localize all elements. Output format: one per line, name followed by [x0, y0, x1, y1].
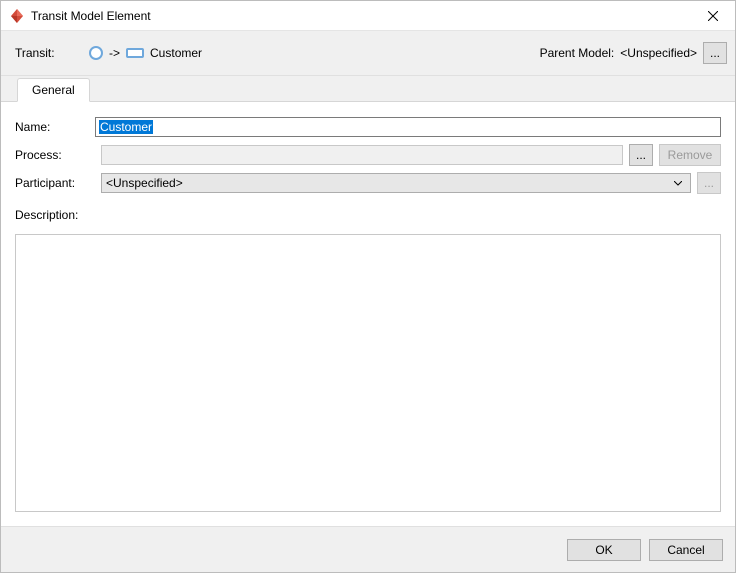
remove-button[interactable]: Remove — [659, 144, 721, 166]
process-label: Process: — [15, 148, 95, 162]
close-button[interactable] — [691, 1, 735, 31]
transit-label: Transit: — [15, 46, 89, 60]
name-label: Name: — [15, 120, 95, 134]
parent-model-browse-button[interactable]: ... — [703, 42, 727, 64]
parent-model-value: <Unspecified> — [620, 46, 697, 60]
process-browse-button[interactable]: ... — [629, 144, 653, 166]
window-title: Transit Model Element — [31, 9, 691, 23]
description-label: Description: — [15, 208, 95, 222]
rectangle-icon — [126, 48, 144, 58]
titlebar: Transit Model Element — [1, 1, 735, 31]
transit-chain: -> Customer — [89, 46, 202, 60]
top-band: Transit: -> Customer Parent Model: <Unsp… — [1, 31, 735, 76]
process-input — [101, 145, 623, 165]
circle-icon — [89, 46, 103, 60]
chevron-down-icon — [670, 181, 686, 186]
name-input[interactable]: Customer — [95, 117, 721, 137]
row-process: Process: ... Remove — [15, 144, 721, 166]
arrow-text: -> — [109, 46, 120, 60]
dialog-footer: OK Cancel — [1, 526, 735, 572]
ok-button[interactable]: OK — [567, 539, 641, 561]
close-icon — [708, 11, 718, 21]
participant-browse-button[interactable]: ... — [697, 172, 721, 194]
participant-label: Participant: — [15, 176, 95, 190]
tab-content: Name: Customer Process: ... Remove Parti… — [1, 101, 735, 526]
tab-general[interactable]: General — [17, 78, 90, 102]
parent-model-area: Parent Model: <Unspecified> ... — [540, 42, 727, 64]
dialog-window: Transit Model Element Transit: -> Custom… — [0, 0, 736, 573]
transit-target-name: Customer — [150, 46, 202, 60]
row-participant: Participant: <Unspecified> ... — [15, 172, 721, 194]
app-icon — [9, 8, 25, 24]
row-description-label: Description: — [15, 204, 721, 226]
row-name: Name: Customer — [15, 116, 721, 138]
tabs-row: General — [1, 76, 735, 101]
cancel-button[interactable]: Cancel — [649, 539, 723, 561]
participant-select[interactable]: <Unspecified> — [101, 173, 691, 193]
description-textarea[interactable] — [15, 234, 721, 512]
parent-model-label: Parent Model: — [540, 46, 615, 60]
name-input-selection: Customer — [99, 120, 153, 134]
participant-value: <Unspecified> — [106, 176, 183, 190]
